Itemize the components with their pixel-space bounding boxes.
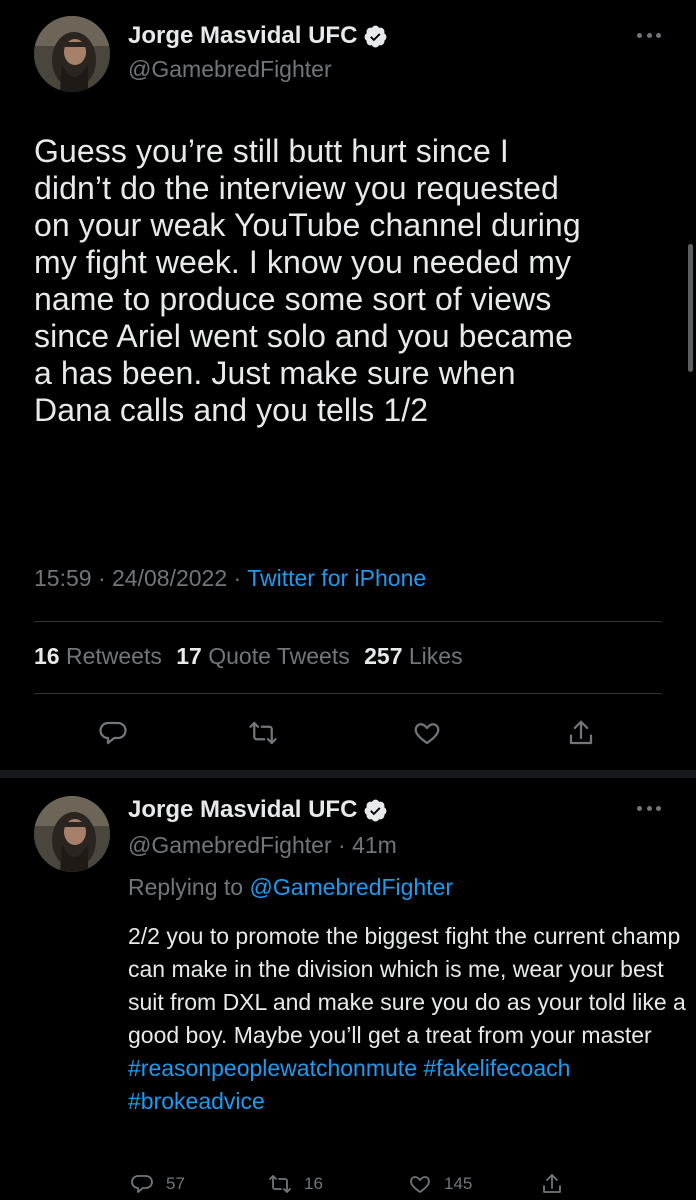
like-icon bbox=[410, 1176, 430, 1193]
like-icon[interactable] bbox=[412, 718, 442, 748]
reply-icon bbox=[131, 1175, 153, 1193]
hashtag-link[interactable]: #reasonpeoplewatchonmute bbox=[128, 1055, 417, 1081]
reply-retweet-action[interactable]: 16 bbox=[268, 1172, 323, 1196]
replying-to-label: Replying to bbox=[128, 874, 244, 900]
quote-tweets-stat[interactable]: 17 Quote Tweets bbox=[176, 643, 349, 669]
reply-tweet-text: 2/2 you to promote the biggest fight the… bbox=[128, 920, 688, 1118]
reply-more-options-icon[interactable] bbox=[637, 806, 661, 812]
reply-like-action[interactable]: 145 bbox=[408, 1172, 472, 1196]
thread-separator bbox=[0, 770, 696, 778]
tweet-meta: 15:59 · 24/08/2022 · Twitter for iPhone bbox=[34, 565, 426, 592]
verified-badge-icon bbox=[364, 25, 387, 47]
divider bbox=[34, 621, 662, 622]
meta-separator: · bbox=[97, 565, 106, 591]
reply-reply-action[interactable]: 57 bbox=[130, 1172, 185, 1196]
quote-tweets-label: Quote Tweets bbox=[208, 643, 350, 669]
scrollbar[interactable] bbox=[688, 244, 693, 372]
quote-tweets-count: 17 bbox=[176, 643, 202, 669]
divider bbox=[34, 693, 662, 694]
share-icon[interactable] bbox=[566, 718, 596, 748]
more-options-icon[interactable] bbox=[637, 33, 661, 39]
reply-count: 57 bbox=[166, 1174, 185, 1193]
reply-icon[interactable] bbox=[98, 718, 128, 748]
like-count: 145 bbox=[444, 1174, 473, 1193]
reply-author-name[interactable]: Jorge Masvidal UFC bbox=[128, 796, 357, 824]
author-avatar[interactable] bbox=[34, 16, 110, 92]
author-name[interactable]: Jorge Masvidal UFC bbox=[128, 22, 357, 50]
retweet-icon bbox=[269, 1175, 291, 1193]
likes-count: 257 bbox=[364, 643, 403, 669]
reply-age: 41m bbox=[352, 832, 397, 858]
hashtag-link[interactable]: #brokeadvice bbox=[128, 1088, 265, 1114]
retweet-icon[interactable] bbox=[248, 718, 278, 748]
likes-stat[interactable]: 257 Likes bbox=[364, 643, 462, 669]
reply-share-action[interactable] bbox=[540, 1172, 564, 1196]
verified-badge-icon bbox=[364, 799, 387, 821]
author-handle[interactable]: @GamebredFighter bbox=[128, 56, 332, 83]
reply-age-separator: · bbox=[331, 832, 353, 858]
reply-author-handle[interactable]: @GamebredFighter bbox=[128, 832, 332, 858]
reply-body: 2/2 you to promote the biggest fight the… bbox=[128, 923, 686, 1048]
reply-author-name-row: Jorge Masvidal UFC bbox=[128, 796, 388, 824]
tweet-time: 15:59 bbox=[34, 565, 92, 591]
meta-separator: · bbox=[233, 565, 242, 591]
tweet-text: Guess you’re still butt hurt since I did… bbox=[34, 133, 581, 428]
tweet-source-link[interactable]: Twitter for iPhone bbox=[247, 565, 426, 591]
retweet-count: 16 bbox=[304, 1174, 323, 1193]
likes-label: Likes bbox=[408, 643, 463, 669]
retweets-count: 16 bbox=[34, 643, 60, 669]
replying-to-handle[interactable]: @GamebredFighter bbox=[249, 874, 453, 900]
retweets-label: Retweets bbox=[65, 643, 162, 669]
retweets-stat[interactable]: 16 Retweets bbox=[34, 643, 162, 669]
tweet-date: 24/08/2022 bbox=[112, 565, 228, 591]
author-name-row: Jorge Masvidal UFC bbox=[128, 22, 388, 50]
hashtag-link[interactable]: #fakelifecoach bbox=[423, 1055, 570, 1081]
engagement-stats: 16 Retweets 17 Quote Tweets 257 Likes bbox=[34, 643, 471, 670]
replying-to: Replying to @GamebredFighter bbox=[128, 874, 453, 901]
reply-author-handle-row: @GamebredFighter · 41m bbox=[128, 832, 397, 859]
share-icon bbox=[543, 1174, 561, 1193]
reply-author-avatar[interactable] bbox=[34, 796, 110, 872]
